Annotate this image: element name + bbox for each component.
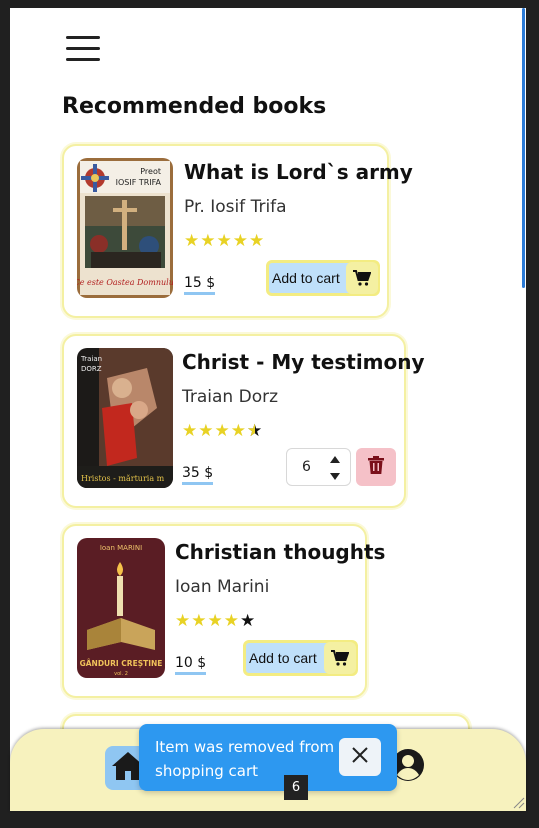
increment-arrow-icon[interactable] <box>324 451 346 467</box>
book-cover[interactable]: Ioan MARINI GÂNDURI CREȘTINE vol. 2 <box>77 538 165 678</box>
hamburger-icon-bar <box>66 47 100 50</box>
book-price: 35 $ <box>182 465 214 485</box>
book-card[interactable]: Preot IOSIF TRIFA Ce este Oastea Domnulu… <box>62 144 413 318</box>
toast-counter-badge: 6 <box>284 775 308 800</box>
half-star-icon: ★★ <box>246 421 264 441</box>
star-icon: ★★★★ <box>182 421 247 441</box>
book-card[interactable]: Ioan MARINI GÂNDURI CREȘTINE vol. 2 Chri… <box>62 524 385 698</box>
book-title[interactable]: Christ - My testimony <box>182 350 425 374</box>
book-title[interactable]: Christian thoughts <box>175 540 385 564</box>
hamburger-icon-bar <box>66 58 100 61</box>
menu-button[interactable] <box>66 36 100 62</box>
svg-text:Preot: Preot <box>140 167 161 176</box>
book-card[interactable]: Traian DORZ Hristos - mărturia m Christ … <box>62 334 425 508</box>
resize-grip-icon[interactable] <box>511 794 525 813</box>
rating-stars: ★★★★★★ <box>182 421 263 441</box>
add-to-cart-button[interactable]: Add to cart <box>266 260 380 296</box>
trash-icon <box>368 456 384 478</box>
svg-text:Hristos - mărturia m: Hristos - mărturia m <box>81 474 165 483</box>
quantity-value[interactable]: 6 <box>302 459 311 475</box>
book-price: 15 $ <box>184 275 216 295</box>
add-to-cart-label: Add to cart <box>249 650 317 666</box>
star-icon: ★★★★ <box>175 611 240 631</box>
add-to-cart-label: Add to cart <box>272 270 340 286</box>
book-author: Traian Dorz <box>182 387 279 407</box>
app-screen: Recommended books Preot IOSIF TRIFA Ce e… <box>10 8 526 808</box>
rating-stars: ★★★★★ <box>175 611 256 631</box>
toast-notification: Item was removed from shopping cart <box>139 724 397 791</box>
star-empty-icon: ★ <box>239 611 257 631</box>
book-price: 10 $ <box>175 655 207 675</box>
cart-icon <box>324 642 356 674</box>
svg-text:GÂNDURI CREȘTINE: GÂNDURI CREȘTINE <box>80 659 163 668</box>
star-icon: ★★★★★ <box>184 231 266 251</box>
quantity-stepper[interactable]: 6 <box>286 448 351 486</box>
book-title[interactable]: What is Lord`s army <box>184 160 413 184</box>
svg-text:IOSIF TRIFA: IOSIF TRIFA <box>116 178 162 187</box>
delete-button[interactable] <box>356 448 396 486</box>
book-cover[interactable]: Traian DORZ Hristos - mărturia m <box>77 348 173 488</box>
book-author: Pr. Iosif Trifa <box>184 197 287 217</box>
rating-stars: ★★★★★ <box>184 231 265 251</box>
book-author: Ioan Marini <box>175 577 270 597</box>
svg-text:DORZ: DORZ <box>81 365 102 373</box>
add-to-cart-button[interactable]: Add to cart <box>243 640 358 676</box>
toast-close-button[interactable] <box>339 738 381 776</box>
toast-message: Item was removed from shopping cart <box>155 738 335 780</box>
decrement-arrow-icon[interactable] <box>324 468 346 484</box>
section-title: Recommended books <box>62 94 327 119</box>
hamburger-icon-bar <box>66 36 100 39</box>
scrollbar[interactable] <box>522 8 525 288</box>
svg-text:Traian: Traian <box>80 355 102 363</box>
cart-icon <box>346 262 378 294</box>
book-cover[interactable]: Preot IOSIF TRIFA Ce este Oastea Domnulu… <box>77 158 173 298</box>
svg-text:Ioan MARINI: Ioan MARINI <box>100 544 142 552</box>
close-icon <box>351 746 369 768</box>
svg-text:vol. 2: vol. 2 <box>114 671 128 677</box>
svg-text:Ce este Oastea Domnului: Ce este Oastea Domnului <box>77 278 173 287</box>
